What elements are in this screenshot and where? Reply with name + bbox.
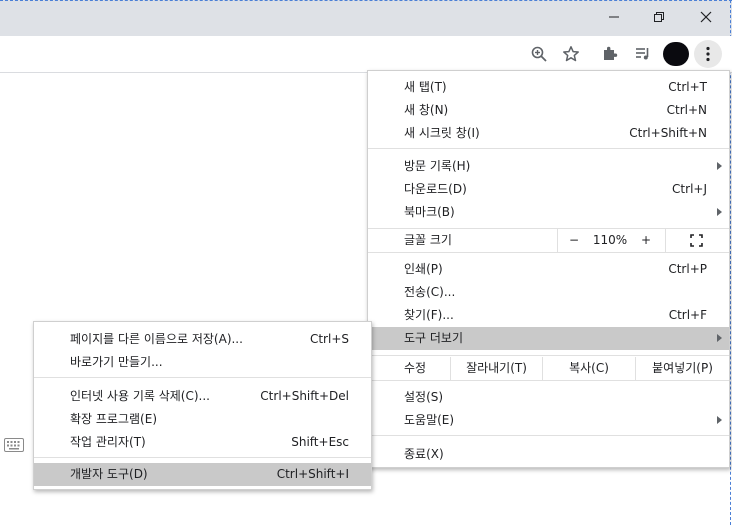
media-control-button[interactable] (629, 40, 657, 68)
menu-item-label: 도구 더보기 (404, 331, 464, 345)
fullscreen-icon (690, 234, 703, 247)
cut-button[interactable]: 잘라내기(T) (451, 357, 542, 380)
menu-button[interactable] (694, 40, 722, 68)
restore-icon (654, 12, 664, 22)
menu-item-label: 인쇄(P) (404, 262, 443, 276)
more-vert-icon (706, 46, 710, 62)
zoom-row-label: 글꼴 크기 (404, 229, 554, 252)
profile-avatar[interactable] (663, 42, 689, 66)
menu-item-label: 작업 관리자(T) (70, 435, 146, 449)
extensions-button[interactable] (596, 40, 624, 68)
menu-separator (368, 148, 729, 149)
menu-item-label: 인터넷 사용 기록 삭제(C)... (70, 389, 210, 403)
minimize-icon (609, 16, 619, 18)
submenu-item-save-page-as[interactable]: 페이지를 다른 이름으로 저장(A)... Ctrl+S (70, 328, 349, 351)
menu-item-shortcut: Ctrl+N (666, 103, 707, 117)
menu-item-shortcut: Ctrl+T (668, 80, 707, 94)
menu-item-print[interactable]: 인쇄(P) Ctrl+P (404, 258, 707, 281)
bookmark-star-button[interactable] (557, 40, 585, 68)
menu-item-shortcut: Ctrl+Shift+N (629, 126, 707, 140)
menu-separator (368, 355, 729, 356)
menu-item-new-tab[interactable]: 새 탭(T) Ctrl+T (404, 76, 707, 99)
zoom-out-button[interactable]: − (564, 229, 584, 252)
zoom-divider (557, 229, 558, 252)
menu-item-help[interactable]: 도움말(E) (404, 409, 706, 432)
menu-item-label: 개발자 도구(D) (70, 467, 148, 481)
menu-item-label: 종료(X) (404, 447, 444, 461)
submenu-arrow-icon (717, 208, 722, 216)
zoom-level-value: 110% (592, 233, 628, 247)
menu-item-shortcut: Ctrl+J (672, 182, 707, 196)
menu-item-shortcut: Ctrl+F (668, 308, 707, 322)
submenu-item-create-shortcut[interactable]: 바로가기 만들기... (70, 351, 348, 374)
minimize-button[interactable] (592, 0, 636, 34)
menu-item-settings[interactable]: 설정(S) (404, 386, 706, 409)
menu-item-label: 북마크(B) (404, 205, 455, 219)
media-playlist-icon (636, 48, 649, 60)
menu-separator (368, 380, 729, 381)
menu-item-label: 페이지를 다른 이름으로 저장(A)... (70, 332, 243, 346)
close-icon (700, 11, 712, 23)
menu-separator (368, 435, 729, 436)
keyboard-icon (4, 438, 24, 455)
menu-item-label: 다운로드(D) (404, 182, 467, 196)
submenu-item-developer-tools[interactable]: 개발자 도구(D) Ctrl+Shift+I (70, 463, 349, 486)
menu-item-label: 바로가기 만들기... (70, 355, 163, 369)
submenu-arrow-icon (717, 416, 722, 424)
menu-item-shortcut: Ctrl+S (309, 332, 349, 346)
extensions-puzzle-icon (604, 46, 618, 60)
zoom-label: 글꼴 크기 (404, 233, 452, 247)
menu-item-downloads[interactable]: 다운로드(D) Ctrl+J (404, 178, 707, 201)
menu-separator (368, 252, 729, 253)
edit-label: 수정 (404, 361, 427, 375)
menu-item-bookmarks[interactable]: 북마크(B) (404, 201, 706, 224)
zoom-in-button[interactable]: + (636, 229, 656, 252)
selection-border-right (730, 0, 731, 525)
paste-button[interactable]: 붙여넣기(P) (636, 357, 729, 380)
menu-item-more-tools[interactable]: 도구 더보기 (404, 327, 706, 350)
edit-row-label: 수정 (404, 357, 444, 380)
menu-item-label: 확장 프로그램(E) (70, 412, 158, 426)
menu-item-shortcut: Ctrl+Shift+Del (260, 389, 349, 403)
menu-item-shortcut: Ctrl+Shift+I (276, 467, 349, 481)
menu-item-label: 새 탭(T) (404, 80, 447, 94)
menu-item-new-incognito-window[interactable]: 새 시크릿 창(I) Ctrl+Shift+N (404, 122, 707, 145)
zoom-icon (531, 46, 547, 62)
zoom-button[interactable] (525, 40, 553, 68)
menu-item-label: 새 창(N) (404, 103, 449, 117)
menu-item-new-window[interactable]: 새 창(N) Ctrl+N (404, 99, 707, 122)
fullscreen-button[interactable] (690, 234, 703, 250)
menu-item-find[interactable]: 찾기(F)... Ctrl+F (404, 304, 707, 327)
menu-item-exit[interactable]: 종료(X) (404, 443, 706, 466)
zoom-divider (665, 229, 666, 252)
star-icon (563, 46, 579, 62)
submenu-item-extensions[interactable]: 확장 프로그램(E) (70, 408, 348, 431)
close-button[interactable] (684, 0, 728, 34)
copy-button[interactable]: 복사(C) (543, 357, 635, 380)
menu-item-label: 설정(S) (404, 390, 444, 404)
submenu-item-task-manager[interactable]: 작업 관리자(T) Shift+Esc (70, 431, 349, 454)
menu-item-label: 도움말(E) (404, 413, 455, 427)
menu-item-label: 전송(C)... (404, 285, 456, 299)
menu-item-label: 새 시크릿 창(I) (404, 126, 480, 140)
menu-item-label: 방문 기록(H) (404, 159, 471, 173)
menu-item-history[interactable]: 방문 기록(H) (404, 155, 706, 178)
submenu-arrow-icon (717, 162, 722, 170)
submenu-arrow-icon (717, 334, 722, 342)
menu-separator (34, 457, 371, 458)
menu-item-label: 찾기(F)... (404, 308, 454, 322)
more-tools-submenu: 페이지를 다른 이름으로 저장(A)... Ctrl+S 바로가기 만들기...… (33, 321, 372, 490)
menu-item-shortcut: Ctrl+P (668, 262, 707, 276)
chrome-main-menu: 새 탭(T) Ctrl+T 새 창(N) Ctrl+N 새 시크릿 창(I) C… (367, 70, 730, 468)
restore-button[interactable] (637, 0, 681, 34)
menu-separator (34, 377, 371, 378)
menu-item-cast[interactable]: 전송(C)... (404, 281, 706, 304)
submenu-item-clear-browsing-data[interactable]: 인터넷 사용 기록 삭제(C)... Ctrl+Shift+Del (70, 385, 349, 408)
menu-item-shortcut: Shift+Esc (291, 435, 349, 449)
